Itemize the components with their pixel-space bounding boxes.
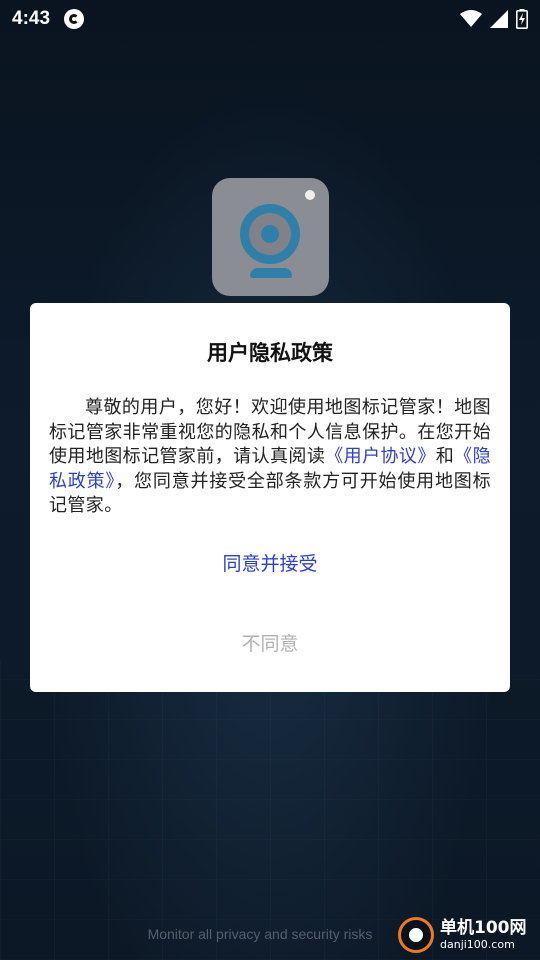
battery-charging-icon — [516, 9, 528, 29]
watermark-url: danji100.com — [440, 938, 515, 951]
app-logo — [212, 178, 329, 296]
status-icons — [460, 9, 528, 29]
and-text: 和 — [435, 446, 455, 467]
cell-signal-icon — [490, 10, 508, 28]
status-time: 4:43 — [12, 8, 51, 29]
webcam-icon-light — [305, 190, 315, 200]
watermark-title: 单机100网 — [440, 918, 527, 938]
dialog-title: 用户隐私政策 — [207, 341, 333, 365]
webcam-icon-stand — [250, 268, 292, 278]
wifi-icon — [460, 10, 482, 27]
dialog-body: 尊敬的用户，您好！欢迎使用地图标记管家！地图标记管家非常重视您的隐私和个人信息保… — [49, 396, 491, 519]
decline-button[interactable]: 不同意 — [30, 629, 510, 656]
webcam-icon — [240, 204, 300, 264]
body-outro-text: ，您同意并接受全部条款方可开始使用地图标记管家。 — [49, 470, 491, 517]
user-agreement-link[interactable]: 《用户协议》 — [325, 446, 436, 467]
status-bar: 4:43 — [0, 0, 540, 38]
watermark: 单机100网 danji100.com — [392, 910, 540, 960]
privacy-dialog: 用户隐私政策 尊敬的用户，您好！欢迎使用地图标记管家！地图标记管家非常重视您的隐… — [30, 303, 510, 692]
sync-app-icon — [64, 9, 85, 29]
accept-button[interactable]: 同意并接受 — [30, 549, 510, 576]
watermark-logo-icon — [398, 917, 434, 953]
